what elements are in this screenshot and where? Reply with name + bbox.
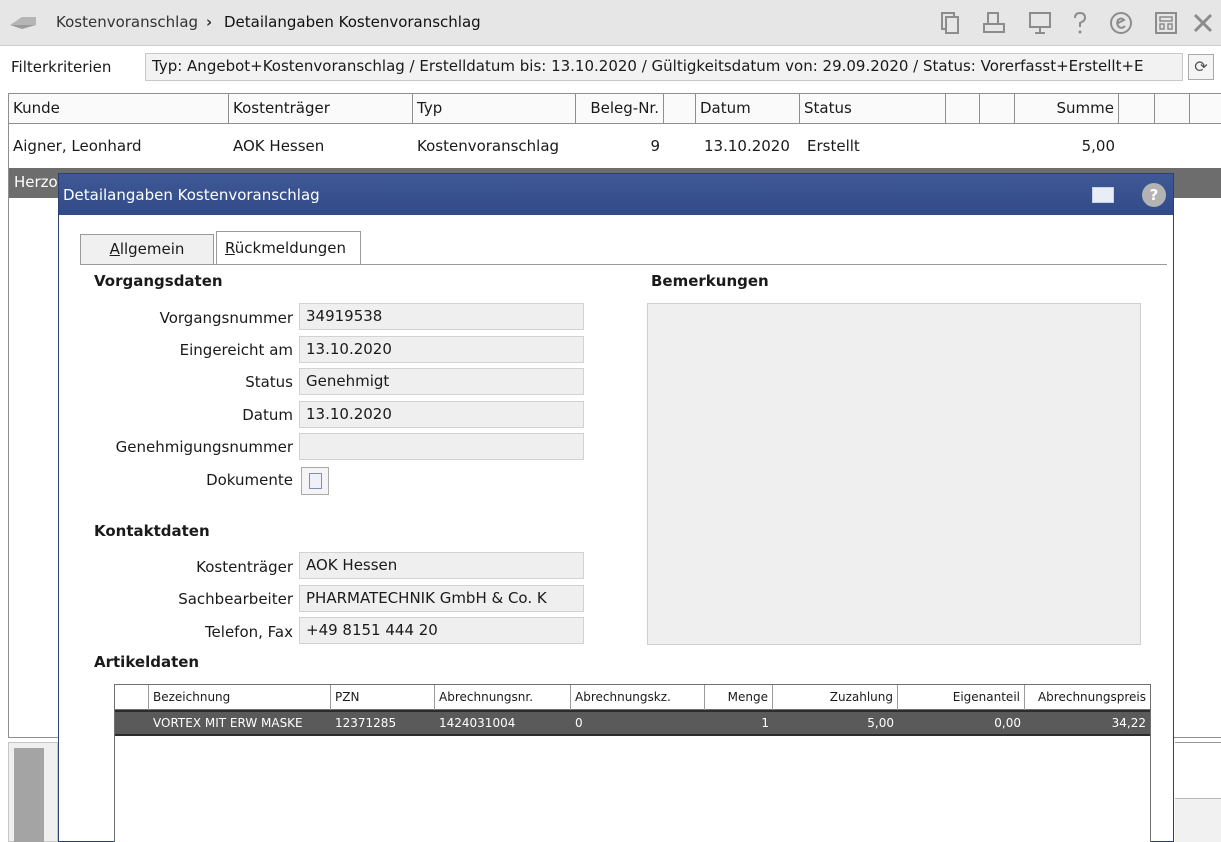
filter-label: Filterkriterien [11,58,112,76]
cell-kunde: Aigner, Leonhard [13,137,142,155]
column-header-blank-4[interactable] [1119,94,1155,123]
bottom-right-divider [1175,742,1221,743]
artikel-column-header-abrechnungskz[interactable]: Abrechnungskz. [571,685,705,710]
field-datum: 13.10.2020 [299,401,584,428]
field-vorgangsnummer: 34919538 [299,303,584,330]
cell-typ: Kostenvoranschlag [417,137,560,155]
artikel-cell-bezeichnung: VORTEX MIT ERW MASKE [153,716,303,730]
cell-status: Erstellt [807,137,860,155]
artikel-column-header-zuzahlung[interactable]: Zuzahlung [773,685,898,710]
bottom-left-scrollbar[interactable] [14,748,44,842]
breadcrumb-current: Detailangaben Kostenvoranschlag [224,13,481,31]
artikel-cell-zuzahlung: 5,00 [867,716,894,730]
label-datum: Datum [242,406,293,424]
field-status: Genehmigt [299,368,584,395]
document-export-icon[interactable] [1092,187,1114,203]
calculator-icon[interactable] [1153,10,1179,36]
label-status: Status [245,373,293,391]
artikel-table-header: Bezeichnung PZN Abrechnungsnr. Abrechnun… [115,685,1150,710]
cell-kostentraeger: AOK Hessen [233,137,325,155]
section-vorgangsdaten: Vorgangsdaten [94,272,223,290]
artikel-cell-abrechnungsnr: 1424031004 [439,716,516,730]
label-eingereicht-am: Eingereicht am [179,341,293,359]
column-header-blank-5[interactable] [1155,94,1190,123]
tab-divider [80,264,1167,265]
column-header-blank-2[interactable] [946,94,980,123]
filter-row: Filterkriterien Typ: Angebot+Kostenvoran… [0,46,1221,90]
tab-allgemein-label: llgemein [119,240,185,258]
column-header-status[interactable]: Status [800,94,946,123]
column-header-blank-1[interactable] [664,94,696,123]
main-table-header: Kunde Kostenträger Typ Beleg-Nr. Datum S… [9,93,1221,124]
tab-allgemein-accesskey: A [109,240,120,258]
artikel-table: Bezeichnung PZN Abrechnungsnr. Abrechnun… [114,684,1151,842]
column-header-typ[interactable]: Typ [413,94,576,123]
column-header-beleg-nr[interactable]: Beleg-Nr. [576,94,664,123]
back-arrow-icon[interactable] [8,11,38,33]
artikel-cell-pzn: 12371285 [335,716,397,730]
field-eingereicht-am: 13.10.2020 [299,336,584,363]
refresh-icon: ⟳ [1194,57,1208,76]
label-telefon-fax: Telefon, Fax [204,623,293,641]
top-bar: Kostenvoranschlag › Detailangaben Kosten… [0,0,1221,46]
breadcrumb-separator: › [206,13,213,31]
artikel-column-header-blank[interactable] [115,685,149,710]
dialog-help-button[interactable]: ? [1142,183,1166,207]
detail-dialog: Detailangaben Kostenvoranschlag ? Allgem… [58,173,1174,842]
column-header-blank-3[interactable] [980,94,1015,123]
cell-summe: 5,00 [1081,137,1115,155]
column-header-kunde[interactable]: Kunde [9,94,229,123]
field-telefon-fax: +49 8151 444 20 [299,617,584,644]
tab-rueckmeldungen[interactable]: Rückmeldungen [216,231,361,264]
dialog-title-bar[interactable]: Detailangaben Kostenvoranschlag ? [59,174,1173,215]
artikel-column-header-abrechnungspreis[interactable]: Abrechnungspreis [1025,685,1150,710]
field-sachbearbeiter: PHARMATECHNIK GmbH & Co. K [299,585,584,612]
refresh-button[interactable]: ⟳ [1188,54,1214,80]
artikel-cell-eigenanteil: 0,00 [994,716,1021,730]
artikel-column-header-eigenanteil[interactable]: Eigenanteil [898,685,1025,710]
field-kostentraeger: AOK Hessen [299,552,584,579]
table-row[interactable]: Aigner, Leonhard AOK Hessen Kostenvorans… [9,124,1221,168]
close-icon[interactable] [1190,10,1216,36]
label-vorgangsnummer: Vorgangsnummer [159,309,293,327]
label-genehmigungsnummer: Genehmigungsnummer [115,438,293,456]
artikel-column-header-abrechnungsnr[interactable]: Abrechnungsnr. [435,685,571,710]
dialog-title: Detailangaben Kostenvoranschlag [63,186,320,204]
detail-band-text: Herzo [14,173,58,191]
section-bemerkungen: Bemerkungen [651,272,769,290]
bemerkungen-field[interactable] [647,303,1141,645]
artikel-cell-abrechnungskz: 0 [575,716,583,730]
artikel-column-header-pzn[interactable]: PZN [331,685,435,710]
copy-icon[interactable] [937,10,963,36]
bottom-right-panel [1175,798,1221,842]
help-icon[interactable] [1067,10,1093,36]
e-circle-icon[interactable] [1108,10,1134,36]
section-kontaktdaten: Kontaktdaten [94,522,210,540]
artikel-cell-menge: 1 [761,716,769,730]
tab-rueckmeldungen-accesskey: R [225,239,235,257]
dokumente-button[interactable] [301,467,329,495]
filter-criteria-field[interactable]: Typ: Angebot+Kostenvoranschlag / Erstell… [145,53,1183,81]
tab-rueckmeldungen-label: ückmeldungen [234,239,346,257]
monitor-icon[interactable] [1027,10,1053,36]
artikel-cell-abrechnungspreis: 34,22 [1111,716,1146,730]
cell-beleg-nr: 9 [650,137,660,155]
field-genehmigungsnummer [299,433,584,460]
breadcrumb-parent[interactable]: Kostenvoranschlag [56,13,198,31]
tab-allgemein[interactable]: Allgemein [80,234,214,264]
label-dokumente: Dokumente [206,471,293,489]
artikel-column-header-bezeichnung[interactable]: Bezeichnung [149,685,331,710]
column-header-summe[interactable]: Summe [1015,94,1119,123]
table-row[interactable]: VORTEX MIT ERW MASKE 12371285 1424031004… [115,710,1150,736]
label-sachbearbeiter: Sachbearbeiter [178,590,293,608]
print-icon[interactable] [981,10,1007,36]
column-header-datum[interactable]: Datum [696,94,800,123]
document-icon [309,473,322,489]
cell-datum: 13.10.2020 [704,137,790,155]
artikel-column-header-menge[interactable]: Menge [705,685,773,710]
section-artikeldaten: Artikeldaten [94,653,200,671]
label-kostentraeger: Kostenträger [196,558,293,576]
column-header-kostentraeger[interactable]: Kostenträger [229,94,413,123]
